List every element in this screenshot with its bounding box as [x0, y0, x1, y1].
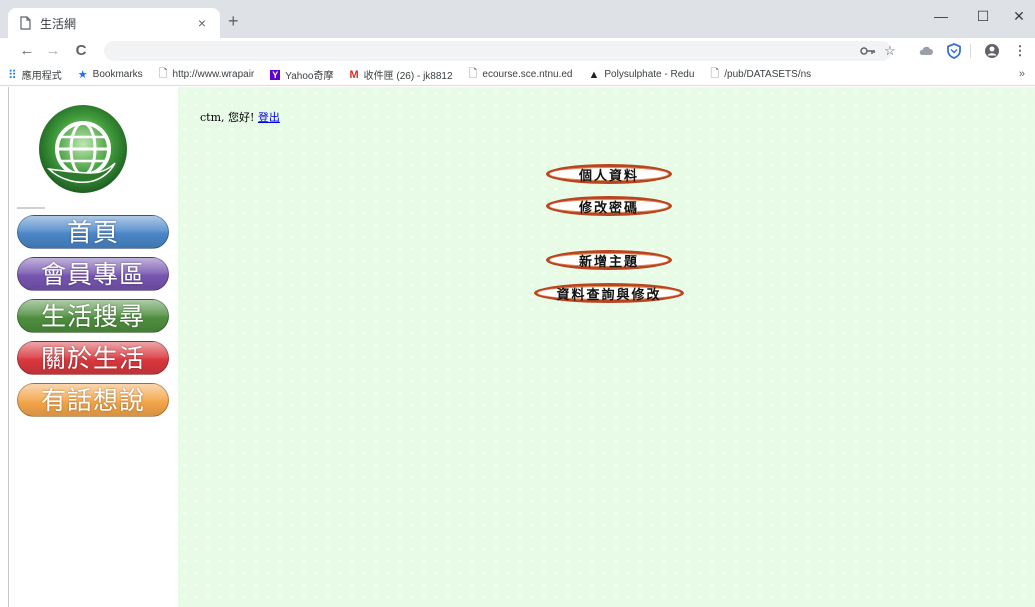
greeting: ctm, 您好! 登出	[200, 109, 280, 125]
page-icon: 🗋	[468, 68, 478, 80]
bookmarks-bar: ⠿ 應用程式 ★ Bookmarks 🗋 http://www.wrapair …	[0, 64, 1035, 86]
main-area: ctm, 您好! 登出 個人資料 修改密碼 新增主題 資料查詢與修改	[178, 87, 1035, 607]
gmail-icon: M	[349, 68, 359, 81]
browser-toolbar: ← → C ☆ ⋮	[0, 38, 1035, 64]
bookmark-label: http://www.wrapair	[172, 69, 255, 80]
bookmark-datasets[interactable]: 🗋 /pub/DATASETS/ns	[710, 65, 811, 84]
page-icon	[20, 16, 31, 30]
page-content: 首頁 會員專區 生活搜尋 關於生活 有話想說 ctm, 您好! 登出 個人資料 …	[8, 87, 1035, 607]
apps-grid-icon: ⠿	[8, 67, 17, 82]
bookmark-label: Bookmarks	[92, 69, 143, 80]
bookmark-label: 收件匣 (26) - jk8812	[363, 71, 453, 82]
maximize-button[interactable]: ☐	[968, 8, 998, 25]
sidebar: 首頁 會員專區 生活搜尋 關於生活 有話想說	[8, 87, 178, 607]
greeting-text: ctm, 您好!	[200, 111, 258, 124]
close-window-button[interactable]: ✕	[1004, 8, 1034, 25]
change-password-button[interactable]: 修改密碼	[546, 196, 672, 216]
bookmark-label: 應用程式	[21, 71, 62, 82]
bookmark-polysulphate[interactable]: ▲ Polysulphate - Redu	[588, 69, 694, 81]
globe-in-hand-logo	[39, 105, 127, 193]
divider	[17, 207, 45, 209]
tab-close-button[interactable]: ×	[194, 15, 210, 31]
toolbar-divider	[970, 44, 971, 58]
browser-tab[interactable]: 生活網 ×	[8, 8, 220, 38]
bookmarks-overflow-button[interactable]: »	[1019, 68, 1025, 80]
reload-button[interactable]: C	[72, 42, 90, 60]
nav-life-search-button[interactable]: 生活搜尋	[17, 299, 169, 333]
bookmark-label: Polysulphate - Redu	[604, 69, 695, 80]
bookmark-ecourse[interactable]: 🗋 ecourse.sce.ntnu.ed	[469, 65, 573, 84]
forward-button[interactable]: →	[44, 42, 62, 60]
profile-button[interactable]: 個人資料	[546, 164, 672, 184]
triangle-logo-icon: ▲	[588, 68, 600, 81]
browser-titlebar: 生活網 × + — ☐ ✕	[0, 0, 1035, 38]
new-tab-button[interactable]: +	[228, 12, 239, 30]
bookmark-label: /pub/DATASETS/ns	[724, 69, 812, 80]
address-bar[interactable]	[104, 41, 892, 61]
nav-member-area-button[interactable]: 會員專區	[17, 257, 169, 291]
nav-about-button[interactable]: 關於生活	[17, 341, 169, 375]
star-icon: ★	[77, 69, 88, 81]
bookmark-wrapair[interactable]: 🗋 http://www.wrapair	[159, 65, 255, 84]
back-button[interactable]: ←	[18, 42, 36, 60]
nav-home-button[interactable]: 首頁	[17, 215, 169, 249]
account-icon[interactable]	[984, 43, 1000, 59]
cloud-icon[interactable]	[918, 43, 934, 59]
tab-title: 生活網	[40, 16, 77, 31]
bookmark-label: ecourse.sce.ntnu.ed	[482, 69, 573, 80]
bookmark-label: Yahoo奇摩	[285, 71, 334, 82]
yahoo-icon: Y	[270, 69, 281, 80]
bookmark-gmail[interactable]: M 收件匣 (26) - jk8812	[349, 67, 453, 83]
key-icon[interactable]	[860, 43, 876, 59]
page-icon: 🗋	[158, 68, 168, 80]
menu-icon[interactable]: ⋮	[1012, 43, 1028, 59]
shield-icon[interactable]	[946, 43, 962, 59]
star-icon[interactable]: ☆	[882, 43, 898, 59]
bookmark-yahoo[interactable]: Y Yahoo奇摩	[270, 67, 333, 82]
nav-feedback-button[interactable]: 有話想說	[17, 383, 169, 417]
logout-link[interactable]: 登出	[258, 111, 280, 124]
add-topic-button[interactable]: 新增主題	[546, 250, 672, 270]
page-icon: 🗋	[710, 68, 720, 80]
query-edit-button[interactable]: 資料查詢與修改	[534, 283, 684, 303]
bookmark-apps[interactable]: ⠿ 應用程式	[8, 67, 62, 83]
bookmark-bookmarks[interactable]: ★ Bookmarks	[78, 68, 143, 81]
minimize-button[interactable]: —	[926, 8, 956, 24]
